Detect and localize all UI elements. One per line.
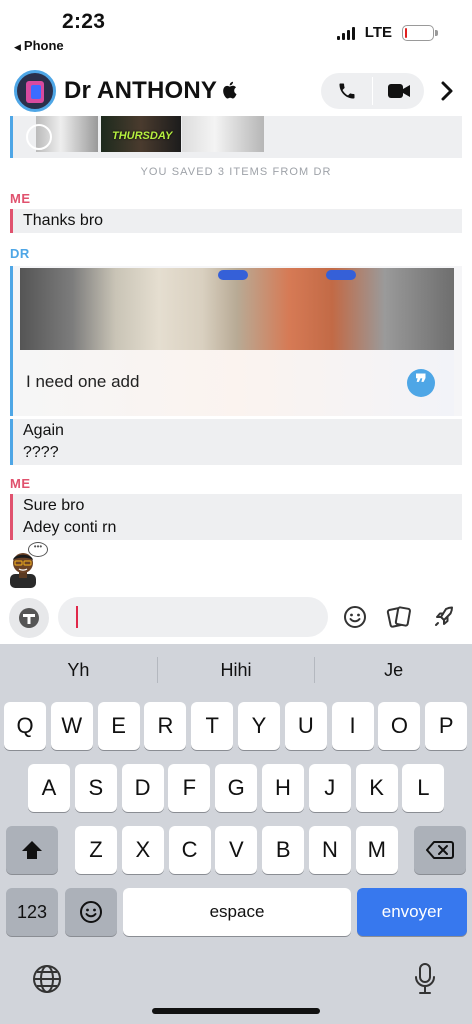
key-v[interactable]: V — [215, 826, 258, 874]
key-g[interactable]: G — [215, 764, 258, 812]
key-s[interactable]: S — [74, 764, 117, 812]
message-line: Thanks bro — [23, 212, 104, 229]
back-app-label: Phone — [23, 38, 64, 53]
key-h[interactable]: H — [262, 764, 304, 812]
sender-label-dr: DR — [10, 246, 30, 261]
suggestion-bar: Yh Hihi Je — [0, 644, 472, 696]
chat-more-button[interactable] — [436, 79, 458, 103]
media-ring-icon — [26, 124, 52, 150]
home-indicator[interactable] — [152, 1008, 320, 1014]
key-l[interactable]: L — [402, 764, 445, 812]
suggestion[interactable]: Hihi — [158, 660, 315, 681]
apple-icon — [223, 81, 237, 99]
sender-label-me: ME — [10, 476, 31, 491]
snap-caption: I need one add — [26, 372, 140, 391]
bottle-cap-shape — [218, 270, 248, 280]
key-b[interactable]: B — [262, 826, 305, 874]
games-button[interactable] — [430, 603, 458, 631]
emoji-button[interactable] — [341, 603, 369, 631]
dictation-key[interactable] — [410, 960, 440, 998]
back-to-app-link[interactable]: ◀ Phone — [14, 38, 64, 53]
key-d[interactable]: D — [121, 764, 164, 812]
message-bubble[interactable]: Sure bro Adey conti rn — [10, 494, 462, 540]
key-m[interactable]: M — [355, 826, 398, 874]
globe-icon — [33, 965, 61, 993]
smiley-icon — [80, 901, 102, 923]
key-r[interactable]: R — [144, 702, 187, 750]
key-k[interactable]: K — [355, 764, 398, 812]
key-q[interactable]: Q — [4, 702, 46, 750]
bitmoji-avatar-button[interactable] — [9, 598, 49, 638]
voice-call-button[interactable] — [321, 73, 372, 109]
status-indicators: LTE — [336, 24, 438, 41]
key-w[interactable]: W — [50, 702, 93, 750]
key-y[interactable]: Y — [238, 702, 280, 750]
shift-arrow-icon — [22, 841, 42, 859]
key-c[interactable]: C — [168, 826, 211, 874]
key-o[interactable]: O — [378, 702, 421, 750]
key-p[interactable]: P — [425, 702, 468, 750]
battery-level — [405, 27, 408, 38]
message-line: Adey conti rn — [23, 519, 117, 536]
globe-key[interactable] — [30, 962, 64, 996]
shift-key[interactable] — [6, 826, 58, 874]
contact-avatar[interactable] — [14, 70, 56, 112]
message-bubble[interactable]: Thanks bro — [10, 209, 462, 233]
sender-label-me: ME — [10, 191, 31, 206]
rocket-icon — [435, 606, 453, 626]
network-type: LTE — [364, 24, 392, 41]
suggestion[interactable]: Yh — [0, 660, 157, 681]
cards-icon — [386, 606, 411, 628]
signal-bars-icon — [336, 26, 355, 40]
saved-items-note: YOU SAVED 3 ITEMS FROM DR — [140, 166, 332, 178]
status-time: 2:23 — [62, 10, 106, 33]
key-f[interactable]: F — [168, 764, 211, 812]
numbers-key[interactable]: 123 — [6, 888, 58, 936]
back-triangle-icon: ◀ — [14, 42, 21, 52]
key-x[interactable]: X — [121, 826, 164, 874]
cards-button[interactable] — [385, 603, 413, 631]
key-i[interactable]: I — [331, 702, 374, 750]
message-bubble[interactable]: Again ???? — [10, 419, 462, 465]
bottle-cap-shape — [326, 270, 356, 280]
chevron-right-icon — [441, 81, 453, 101]
phone-icon — [339, 83, 354, 99]
call-actions — [321, 73, 424, 109]
backspace-icon — [426, 841, 454, 859]
video-call-button[interactable] — [373, 73, 424, 109]
snapchat-chat-screen: 2:23 ◀ Phone LTE Dr ANTHONY THURSDAY YOU … — [0, 0, 472, 1024]
bitmoji-avatar-icon — [19, 608, 39, 628]
emoji-key[interactable] — [65, 888, 117, 936]
key-a[interactable]: A — [28, 764, 70, 812]
key-z[interactable]: Z — [75, 826, 117, 874]
key-n[interactable]: N — [309, 826, 351, 874]
message-line: Sure bro — [23, 497, 85, 514]
microphone-icon — [415, 963, 435, 994]
key-t[interactable]: T — [191, 702, 234, 750]
typing-bubble: ••• — [28, 542, 48, 557]
key-e[interactable]: E — [97, 702, 140, 750]
quote-reply-icon[interactable]: ❞ — [407, 369, 435, 397]
video-camera-icon — [387, 84, 410, 98]
media-thumbnail[interactable] — [182, 116, 264, 152]
contact-name[interactable]: Dr ANTHONY — [64, 77, 217, 105]
key-j[interactable]: J — [308, 764, 351, 812]
message-input[interactable] — [58, 597, 328, 637]
space-key[interactable]: espace — [123, 888, 351, 936]
message-line: ???? — [23, 444, 59, 461]
battery-icon — [402, 24, 438, 41]
media-sticker-text: THURSDAY — [112, 130, 173, 142]
snap-photo[interactable] — [20, 268, 454, 350]
smiley-icon — [344, 606, 366, 628]
key-u[interactable]: U — [284, 702, 327, 750]
delete-key[interactable] — [414, 826, 466, 874]
message-line: Again — [23, 422, 64, 439]
suggestion[interactable]: Je — [315, 660, 472, 681]
send-key[interactable]: envoyer — [357, 888, 467, 936]
text-cursor — [76, 606, 78, 628]
